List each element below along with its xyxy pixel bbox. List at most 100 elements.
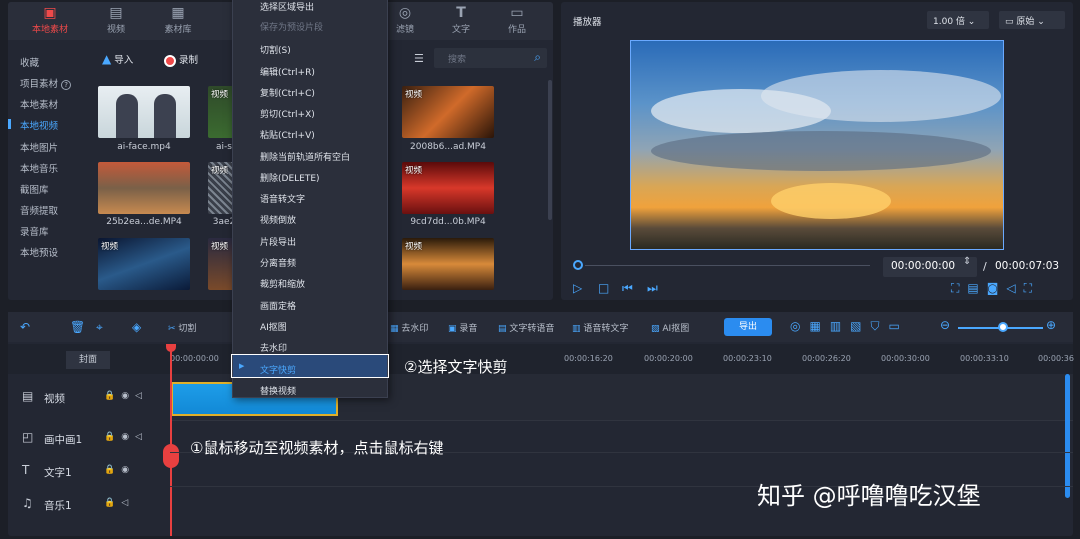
time-stepper-icon[interactable]: ⇕ — [963, 256, 971, 267]
speech-to-text-button[interactable]: ▥ 语音转文字 — [572, 321, 628, 334]
next-frame-icon[interactable]: ⏭ — [647, 281, 658, 296]
stop-icon[interactable]: □ — [598, 281, 609, 295]
fullscreen-icon[interactable]: ⛶ — [1024, 281, 1040, 295]
ai-matting-button[interactable]: ▧ AI抠图 — [651, 321, 689, 334]
freeze-icon[interactable]: ▥ — [830, 319, 850, 333]
sidebar-item-audio-extract[interactable]: 音频提取 — [20, 203, 58, 217]
menu-item[interactable]: 裁剪和缩放 — [260, 277, 305, 290]
menu-item[interactable]: 视频倒放 — [260, 213, 296, 226]
ruler-tick: 00:00:33:10 — [960, 354, 1009, 363]
grid-scrollbar[interactable] — [548, 80, 552, 220]
dewatermark-button[interactable]: ▦ 去水印 — [390, 321, 428, 334]
import-button[interactable]: ▲ 导入 — [102, 52, 133, 66]
sidebar-item-local-music[interactable]: 本地音乐 — [20, 161, 58, 175]
play-icon[interactable]: ▷ — [573, 281, 582, 295]
zoom-out-icon[interactable]: ⊖ — [940, 318, 950, 332]
track-controls[interactable]: 🔒◉ — [104, 465, 135, 475]
zoom-slider-handle[interactable] — [998, 322, 1008, 332]
marker-icon[interactable]: ◈ — [132, 320, 141, 334]
zoom-in-icon[interactable]: ⊕ — [1046, 318, 1056, 332]
speed-select[interactable]: 1.00 倍 ⌄ — [927, 11, 989, 29]
split-icon[interactable]: ▦ — [809, 319, 829, 333]
sidebar-item-local-video[interactable]: 本地视频 — [8, 118, 58, 132]
video-preview[interactable] — [630, 40, 1004, 250]
menu-item[interactable]: 保存为预设片段 — [260, 20, 323, 33]
crop-icon[interactable]: ⛶ — [951, 281, 967, 295]
music-icon: ♫ — [22, 496, 33, 510]
ratio-select[interactable]: ▭ 原始 ⌄ — [999, 11, 1065, 29]
sidebar-item-local-image[interactable]: 本地图片 — [20, 140, 58, 154]
timeline-extra-tools: ◎▦▥▧⛉▭ — [790, 319, 909, 334]
media-thumb[interactable]: 视频 — [402, 238, 494, 290]
watermark: 知乎 @呼噜噜吃汉堡 — [757, 482, 981, 510]
search-input[interactable]: 搜索 ⌕ — [434, 48, 547, 68]
menu-item[interactable]: 切割(S) — [260, 43, 291, 56]
text-to-speech-button[interactable]: ▤ 文字转语音 — [498, 321, 554, 334]
tab-works[interactable]: ▭ 作品 — [487, 4, 547, 38]
export-button[interactable]: 导出 — [724, 318, 772, 336]
chevron-down-icon: ⌄ — [1037, 17, 1045, 27]
sidebar-item-project[interactable]: 项目素材 ? — [20, 76, 72, 90]
playhead[interactable] — [170, 344, 172, 536]
menu-item[interactable]: 复制(Ctrl+C) — [260, 86, 315, 99]
track-music: ♫ 音乐1 🔒◁ — [22, 496, 135, 512]
app-window: ▣ 本地素材 ▤ 视频 ▦ 素材库 ◎ 滤镜 T 文字 ▭ 作品 收藏 项目素材 ? 本地素… — [0, 0, 1080, 539]
tab-video[interactable]: ▤ 视频 — [86, 4, 146, 38]
menu-item[interactable]: 去水印 — [260, 341, 287, 354]
tab-local-media[interactable]: ▣ 本地素材 — [20, 4, 80, 38]
search-icon[interactable]: ⌕ — [534, 50, 541, 65]
delete-icon[interactable]: 🗑 — [70, 320, 85, 334]
menu-item[interactable]: 编辑(Ctrl+R) — [260, 65, 315, 78]
menu-item[interactable]: 选择区域导出 — [260, 0, 314, 13]
record-icon — [164, 54, 176, 67]
record-button[interactable]: 录制 — [164, 52, 198, 67]
tab-text[interactable]: T 文字 — [431, 4, 491, 38]
zoom-fit-icon[interactable]: ◎ — [790, 319, 809, 333]
menu-item[interactable]: 删除当前轨道所有空白 — [260, 150, 350, 163]
menu-item[interactable]: 片段导出 — [260, 235, 296, 248]
subtitle-icon[interactable]: ▤ — [967, 281, 986, 295]
track-controls[interactable]: 🔒◉◁ — [104, 432, 148, 442]
volume-icon[interactable]: ◁ — [1006, 281, 1023, 295]
menu-item[interactable]: 粘贴(Ctrl+V) — [260, 128, 315, 141]
help-icon[interactable]: ? — [61, 80, 72, 90]
cut-button[interactable]: ✂ 切割 — [168, 321, 196, 334]
media-thumb[interactable]: 视频 — [98, 238, 190, 290]
player-tools: ⛶▤◙◁⛶ — [951, 281, 1040, 296]
cover-button[interactable]: 封面 — [66, 351, 110, 369]
import-icon: ▲ — [102, 52, 112, 66]
menu-item[interactable]: 分离音频 — [260, 256, 296, 269]
mask-icon[interactable]: ▧ — [850, 319, 870, 333]
progress-track[interactable] — [585, 265, 870, 266]
camera-icon[interactable]: ◙ — [987, 281, 1007, 295]
progress-handle[interactable] — [573, 260, 583, 270]
annotation-step2: ②选择文字快剪 — [404, 358, 508, 376]
track-controls[interactable]: 🔒◁ — [104, 498, 134, 508]
media-thumb[interactable] — [98, 162, 190, 214]
sidebar-item-presets[interactable]: 本地预设 — [20, 245, 58, 259]
pointer-icon[interactable]: ⌖ — [96, 320, 103, 335]
total-time: 00:00:07:03 — [995, 260, 1060, 272]
sort-icon[interactable]: ☰ — [414, 52, 424, 65]
menu-item[interactable]: AI抠图 — [260, 320, 287, 333]
media-thumb[interactable] — [98, 86, 190, 138]
undo-icon[interactable]: ↶ — [20, 320, 30, 334]
menu-item[interactable]: 删除(DELETE) — [260, 171, 320, 184]
menu-item[interactable]: 语音转文字 — [260, 192, 305, 205]
timeline-scrollbar[interactable] — [1065, 374, 1070, 498]
sidebar-item-screenshots[interactable]: 截图库 — [20, 182, 49, 196]
prev-frame-icon[interactable]: ⏮ — [622, 281, 633, 296]
sidebar-item-recordings[interactable]: 录音库 — [20, 224, 49, 238]
tab-library[interactable]: ▦ 素材库 — [148, 4, 208, 38]
record-audio-button[interactable]: ▣ 录音 — [448, 321, 477, 334]
fit-icon[interactable]: ▭ — [889, 319, 909, 333]
menu-item[interactable]: 画面定格 — [260, 299, 296, 312]
media-thumb[interactable]: 视频 — [402, 86, 494, 138]
sidebar-item-favorites[interactable]: 收藏 — [20, 55, 39, 69]
media-thumb[interactable]: 视频 — [402, 162, 494, 214]
menu-item[interactable]: 剪切(Ctrl+X) — [260, 107, 315, 120]
shield-icon[interactable]: ⛉ — [871, 319, 889, 333]
menu-item[interactable]: 替换视频 — [260, 384, 296, 397]
track-controls[interactable]: 🔒◉◁ — [104, 391, 148, 401]
sidebar-item-local-media[interactable]: 本地素材 — [20, 97, 58, 111]
